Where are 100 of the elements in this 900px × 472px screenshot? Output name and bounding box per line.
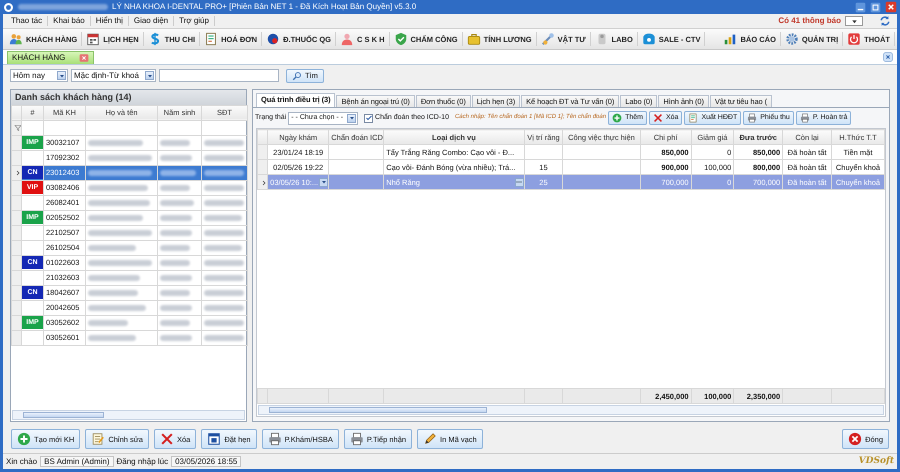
filter-cell[interactable]	[86, 120, 158, 136]
menu-item[interactable]: Thao tác	[6, 16, 48, 26]
menu-item[interactable]: Hiển thị	[90, 16, 129, 26]
plus-icon	[612, 113, 622, 123]
person-icon	[340, 32, 354, 46]
menu-item[interactable]: Khai báo	[48, 16, 91, 26]
filter-icon	[14, 124, 20, 132]
blurred-text	[88, 200, 150, 206]
search-field[interactable]	[159, 69, 279, 82]
panel-title: Danh sách khách hàng (14)	[11, 90, 246, 105]
notification-count[interactable]: Có 41 thông báo	[778, 16, 841, 26]
dropdown-arrow-icon	[348, 114, 356, 122]
printer-icon	[747, 113, 758, 123]
gear-icon	[784, 32, 799, 46]
filter-cell[interactable]	[158, 120, 202, 136]
tools-icon	[540, 32, 555, 46]
status-label: Xin chào	[6, 456, 38, 466]
blurred-text	[204, 275, 244, 282]
calendar-icon	[86, 32, 100, 46]
app-logo-icon	[3, 2, 14, 12]
blurred-text	[160, 275, 192, 282]
blurred-text	[88, 230, 152, 236]
blurred-text	[160, 230, 192, 236]
dropdown-button[interactable]	[319, 178, 328, 186]
filter-cell[interactable]	[44, 120, 86, 136]
notification-dropdown[interactable]	[845, 16, 863, 26]
blurred-text	[204, 260, 244, 266]
cross-icon	[160, 432, 174, 446]
pencil-icon	[423, 432, 438, 446]
company-logo: VDSoft	[858, 456, 894, 467]
power-icon	[847, 32, 862, 46]
calendar-icon	[207, 432, 222, 446]
blurred-text	[204, 245, 242, 252]
blurred-text	[88, 335, 136, 342]
document-tab[interactable]: KHÁCH HÀNG	[7, 51, 94, 64]
blurred-text	[160, 155, 192, 162]
blurred-text	[204, 305, 244, 312]
blurred-text	[160, 290, 190, 296]
blurred-text	[88, 215, 143, 222]
row-pointer-icon	[260, 178, 267, 186]
blurred-text	[204, 215, 242, 222]
document-icon	[688, 113, 698, 123]
blurred-text	[88, 320, 128, 326]
blurred-text	[160, 245, 190, 252]
blurred-text	[88, 290, 138, 296]
notepad-icon	[91, 432, 106, 446]
dropdown-arrow-icon	[320, 178, 328, 186]
blurred-text	[88, 155, 152, 162]
horizontal-scrollbar[interactable]	[258, 405, 884, 415]
printer-icon	[800, 113, 810, 123]
filter-cell[interactable]	[22, 120, 44, 136]
blurred-text	[88, 305, 146, 312]
printer-icon	[268, 432, 282, 446]
blurred-text	[160, 170, 196, 176]
row-pointer-icon	[14, 169, 20, 178]
menu-item[interactable]: Giao diện	[128, 16, 174, 26]
blurred-text	[204, 335, 244, 342]
horizontal-scrollbar[interactable]	[12, 410, 245, 420]
bar-chart-icon	[723, 32, 738, 46]
people-icon	[9, 32, 23, 46]
search-mode-dropdown[interactable]: Mặc định-Từ khoá	[71, 69, 156, 82]
close-icon	[79, 53, 90, 63]
blurred-text	[88, 275, 140, 282]
blurred-text	[160, 260, 190, 266]
filter-cell[interactable]	[202, 120, 248, 136]
printer-icon	[350, 432, 364, 446]
blurred-text	[160, 305, 192, 312]
minimize-icon	[855, 2, 866, 12]
close-icon	[848, 432, 862, 446]
period-dropdown[interactable]: Hôm nay	[10, 69, 68, 82]
close-icon	[885, 1, 897, 13]
blurred-text	[88, 170, 152, 176]
blurred-text	[204, 155, 244, 162]
more-button[interactable]	[514, 178, 524, 186]
shield-icon	[394, 32, 408, 46]
menu-item[interactable]: Trợ giúp	[174, 16, 215, 26]
blurred-text	[160, 215, 192, 222]
blurred-text	[88, 185, 148, 192]
maximize-icon	[870, 2, 881, 12]
blurred-text	[160, 320, 190, 326]
blurred-text	[204, 320, 244, 326]
status-label: Đăng nhập lúc	[116, 456, 168, 466]
checkmark-icon	[364, 114, 373, 122]
status-value: 03/05/2026 18:55	[171, 456, 242, 468]
briefcase-icon	[466, 32, 481, 46]
refresh-icon[interactable]	[879, 15, 891, 27]
plus-icon	[17, 432, 31, 446]
blurred-text	[160, 200, 194, 206]
blurred-text	[204, 230, 244, 236]
blurred-text	[204, 290, 244, 296]
document-icon	[204, 32, 218, 46]
checkbox[interactable]	[364, 114, 374, 122]
blurred-text	[160, 185, 190, 192]
blurred-text	[88, 260, 152, 266]
blurred-text	[204, 185, 244, 192]
status-value: BS Admin (Admin)	[40, 456, 114, 468]
blurred-text	[88, 245, 136, 252]
window-title: LÝ NHA KHOA I-DENTAL PRO+ [Phiên Bản NET 1 - Đã Kích Hoạt Bản Quyền] v5.3.0	[112, 2, 416, 12]
blurred-text	[204, 140, 244, 146]
blurred-text	[88, 140, 143, 146]
